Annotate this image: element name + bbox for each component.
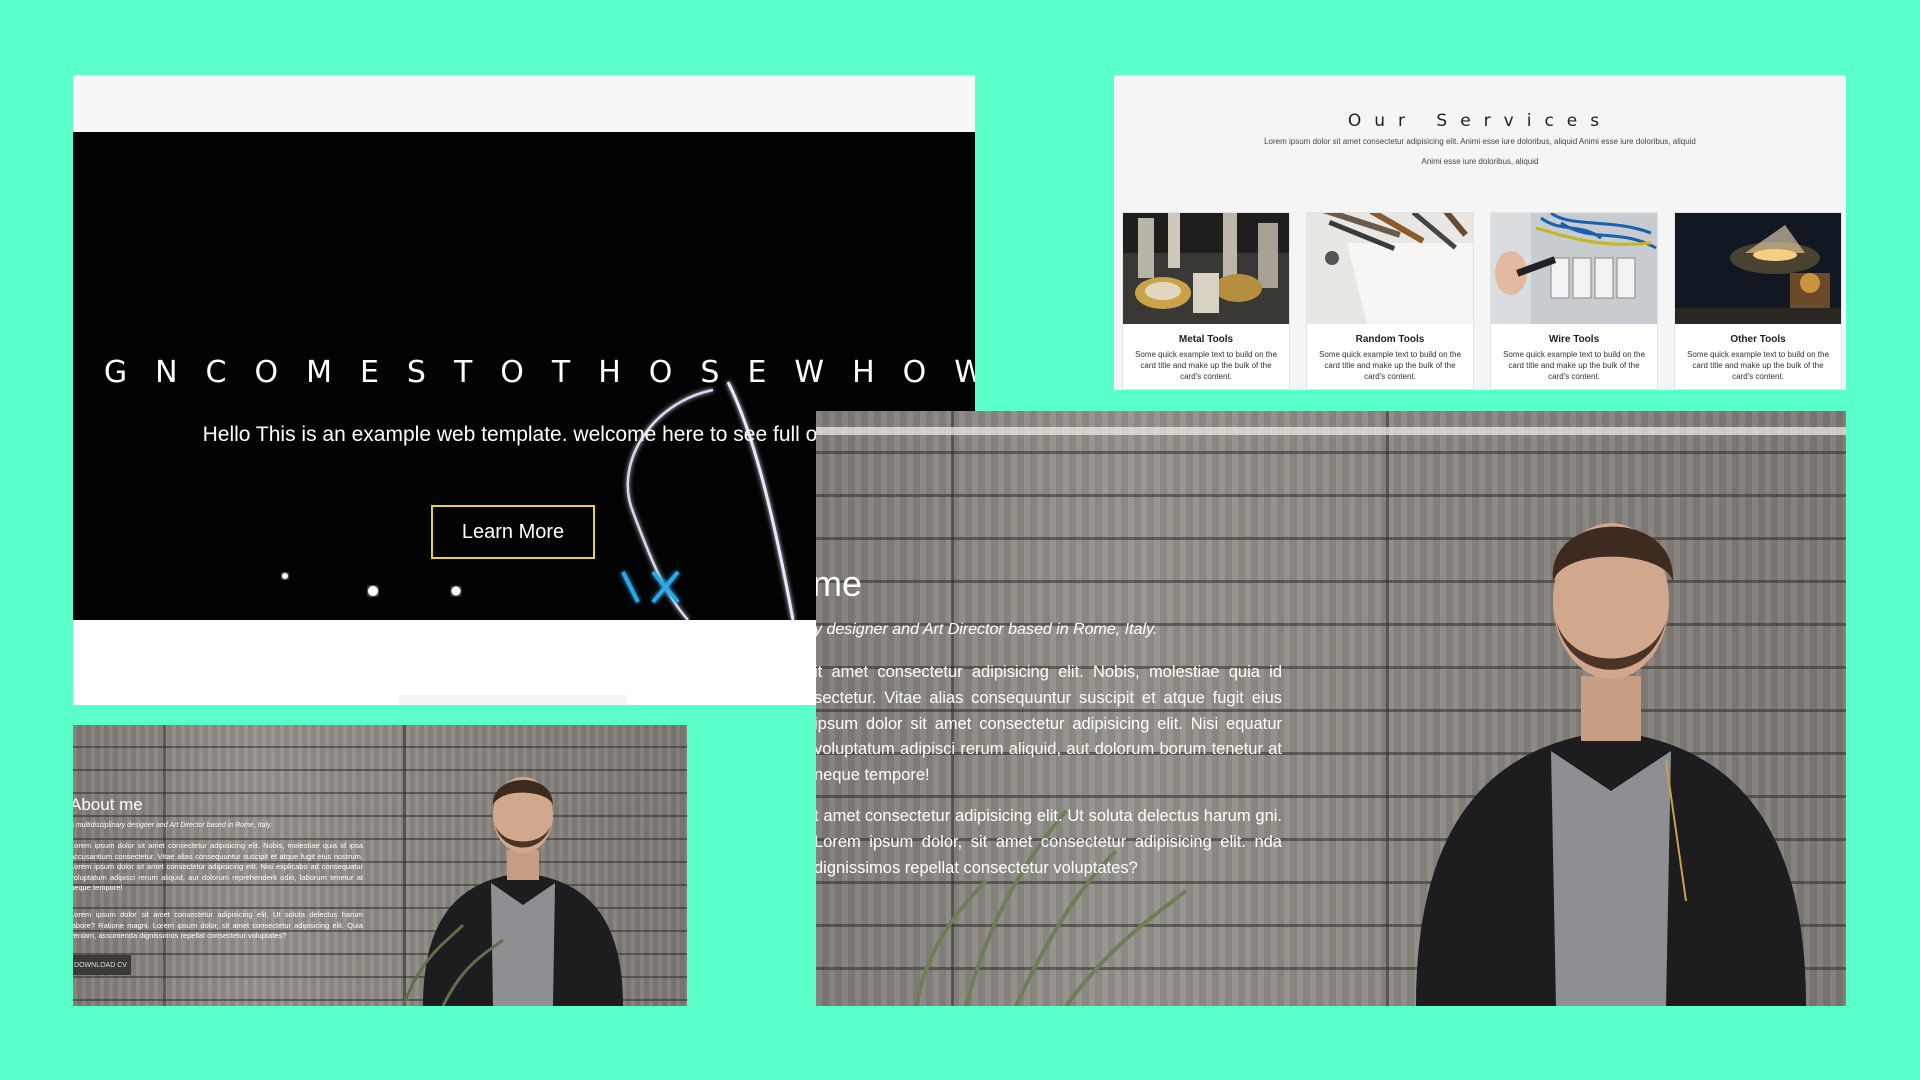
person-photo — [1416, 523, 1806, 1006]
learn-more-button[interactable]: Learn More — [431, 505, 595, 559]
light-dot — [451, 586, 461, 596]
service-card-text: Some quick example text to build on the … — [1687, 350, 1829, 381]
service-card-text: Some quick example text to build on the … — [1135, 350, 1277, 381]
service-card-random-tools[interactable]: Random Tools Some quick example text to … — [1306, 212, 1474, 390]
light-dot — [282, 573, 288, 579]
hero-marquee-text: IGNCOMESTOTHOSEWHOW — [73, 355, 975, 390]
service-card-title: Wire Tools — [1548, 334, 1600, 345]
fence-top-light — [816, 427, 1846, 435]
about-paragraph: Lorem ipsum dolor sit amet consectetur a… — [73, 910, 363, 940]
about-paragraph: Lorem ipsum dolor sit amet consectetur a… — [73, 841, 363, 892]
service-card-other-tools[interactable]: Other Tools Some quick example text to b… — [1674, 212, 1842, 390]
about-paragraph: it amet consectetur adipisicing elit. No… — [816, 663, 1282, 785]
services-title: Our Services — [1347, 111, 1613, 131]
service-card-text: Some quick example text to build on the … — [1319, 350, 1461, 381]
about-paragraph: t amet consectetur adipisicing elit. Ut … — [816, 807, 1282, 877]
light-cross-mark — [621, 570, 680, 604]
download-cv-button[interactable]: DOWNLOAD CV — [73, 955, 131, 975]
service-card-wire-tools[interactable]: Wire Tools Some quick example text to bu… — [1490, 212, 1658, 390]
service-card-title: Random Tools — [1355, 334, 1425, 345]
light-trail-line — [726, 381, 795, 620]
about-heading: About me — [73, 795, 143, 814]
service-card-title: Metal Tools — [1178, 334, 1234, 345]
other-tools-photo — [1675, 213, 1841, 324]
service-card-text: Some quick example text to build on the … — [1503, 350, 1645, 381]
service-card-title: Other Tools — [1730, 334, 1786, 345]
services-description: Lorem ipsum dolor sit amet consectetur a… — [1264, 137, 1696, 146]
service-card-metal-tools[interactable]: Metal Tools Some quick example text to b… — [1122, 212, 1290, 390]
services-screenshot: Our Services Lorem ipsum dolor sit amet … — [1114, 75, 1846, 390]
about-screenshot-large: me y designer and Art Director based in … — [816, 411, 1846, 1006]
services-description-line2: Animi esse iure doloribus, aliquid — [1421, 157, 1539, 166]
about-role: a multidisciplinary designer and Art Dir… — [73, 822, 272, 829]
wire-tools-photo — [1491, 213, 1657, 324]
section-divider — [399, 695, 627, 705]
about-role: y designer and Art Director based in Rom… — [816, 621, 1158, 638]
metal-tools-photo — [1123, 213, 1289, 324]
random-tools-photo — [1307, 213, 1473, 324]
person-photo — [403, 777, 623, 1006]
about-screenshot-small: About me a multidisciplinary designer an… — [73, 725, 687, 1006]
navbar — [73, 75, 975, 132]
light-dot — [368, 586, 378, 596]
about-heading: me — [816, 563, 863, 604]
